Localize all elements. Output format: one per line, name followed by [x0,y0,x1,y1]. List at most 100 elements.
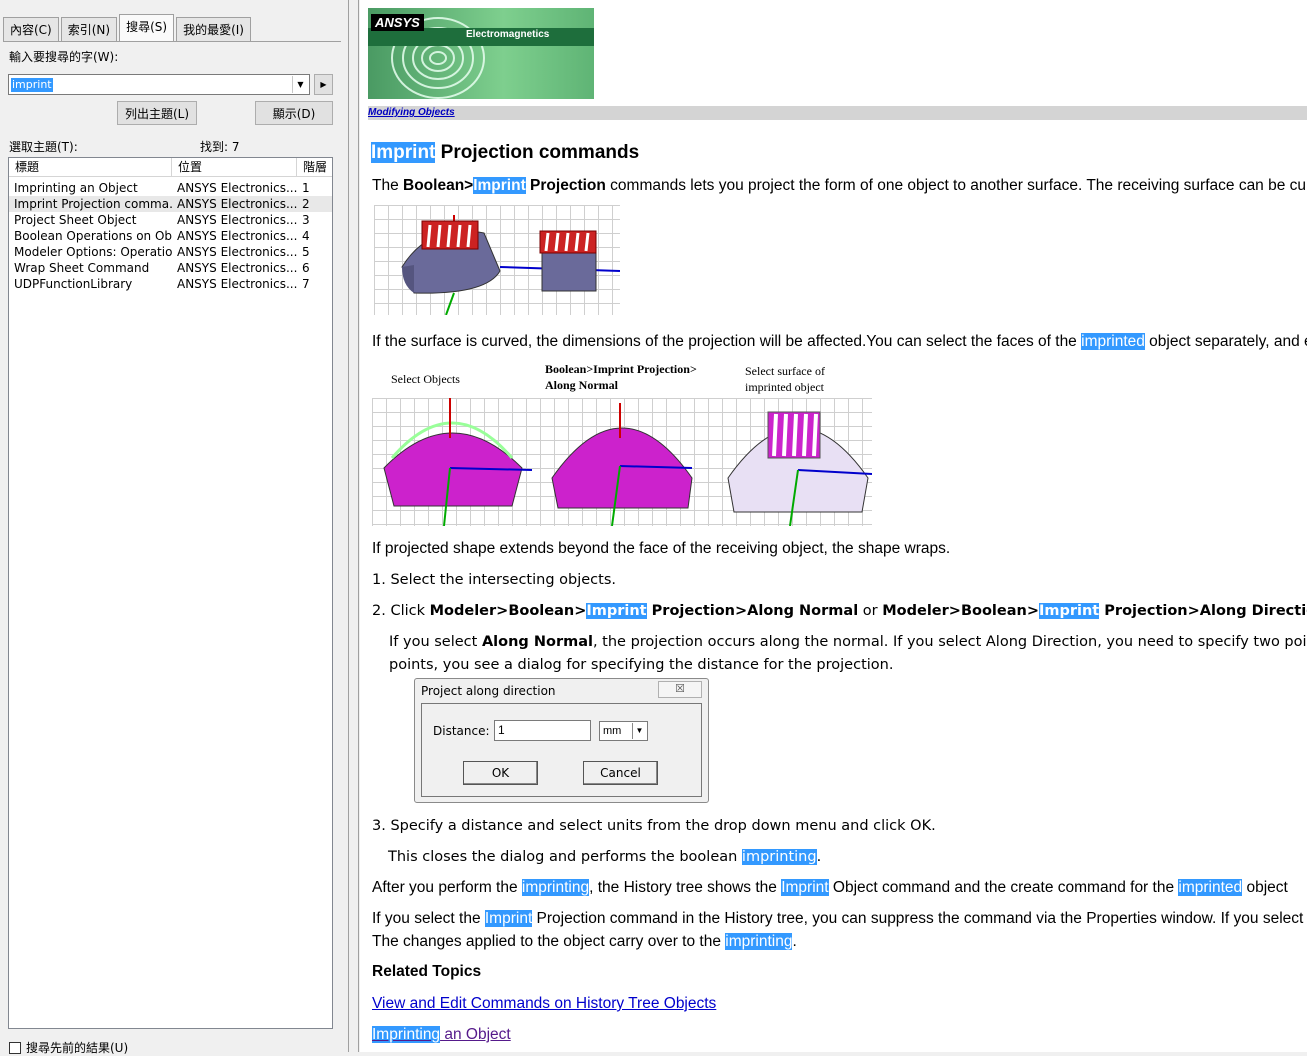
imprint-projection-figure [374,205,621,316]
search-highlight: Imprint [484,910,533,927]
step-3: 3. Specify a distance and select units f… [372,818,936,834]
banner-product-name: Electromagnetics [466,29,550,40]
result-title: Imprinting an Object [14,181,138,195]
result-row[interactable]: Imprinting an Object ANSYS Electronics...… [9,180,332,196]
text: , the projection occurs along the normal… [592,634,1307,650]
text: This closes the dialog and performs the … [388,849,742,865]
list-topics-button[interactable]: 列出主題(L) [117,101,197,125]
column-header-location[interactable]: 位置 [172,158,297,177]
bold-text: Projection [525,177,606,194]
step-3-note: This closes the dialog and performs the … [388,849,821,865]
result-row[interactable]: Wrap Sheet Command ANSYS Electronics... 6 [9,260,332,276]
figure-caption: Along Normal [545,378,618,392]
result-title: Modeler Options: Operatio... [14,245,172,259]
select-topic-label: 選取主題(T): [9,140,78,154]
column-header-rank[interactable]: 階層 [297,158,331,177]
pane-splitter[interactable] [342,0,360,1052]
search-highlight: Imprint [371,142,436,163]
tab-index[interactable]: 索引(N) [60,17,118,41]
column-header-title[interactable]: 標題 [9,158,172,177]
suppress-paragraph: If you select the Imprint Projection com… [372,910,1307,928]
search-previous-results-option[interactable]: 搜尋先前的結果(U) [9,1039,128,1056]
tab-favorites[interactable]: 我的最愛(I) [176,17,251,41]
link-view-edit-history-tree[interactable]: View and Edit Commands on History Tree O… [372,995,716,1013]
result-location: ANSYS Electronics... [177,245,297,259]
text: The [372,177,404,194]
text: Object command and the create command fo… [828,879,1179,896]
text: If you select the [372,910,485,927]
text: After you perform the [372,879,522,896]
tab-contents[interactable]: 內容(C) [3,17,59,41]
ansys-logo: ANSYS [371,14,424,31]
text: commands lets you project the form of on… [605,177,1307,194]
result-location: ANSYS Electronics... [177,229,297,243]
text: If the surface is curved, the dimensions… [372,333,1082,350]
link-imprinting-an-object[interactable]: Imprinting an Object [372,1026,511,1044]
result-row[interactable]: Boolean Operations on Ob... ANSYS Electro… [9,228,332,244]
distance-label: Distance: [433,724,490,738]
splitter-line [358,0,359,1052]
text: . [792,933,797,950]
result-rank: 6 [302,261,310,275]
result-location: ANSYS Electronics... [177,261,297,275]
result-rank: 1 [302,181,310,195]
page-title-text: Projection commands [435,142,640,163]
search-highlight: Imprint [781,879,829,896]
ok-button: OK [463,761,538,785]
figure-caption: imprinted object [745,380,824,394]
search-options-arrow-button[interactable]: ▶ [314,74,333,95]
breadcrumb-link-modifying-objects[interactable]: Modifying Objects [368,107,455,118]
figure-caption: Select Objects [391,372,460,386]
help-content-pane: ANSYS Electromagnetics Modifying Objects… [360,0,1307,1052]
result-location: ANSYS Electronics... [177,277,297,291]
results-list[interactable]: 標題 位置 階層 Imprinting an Object ANSYS Elect… [8,157,333,1029]
result-title: UDPFunctionLibrary [14,277,133,291]
chevron-down-icon[interactable]: ▼ [292,76,308,93]
search-previous-results-label: 搜尋先前的結果(U) [26,1041,129,1055]
intro-paragraph: The Boolean>Imprint Projection commands … [372,177,1306,195]
result-row[interactable]: UDPFunctionLibrary ANSYS Electronics... 7 [9,276,332,292]
related-topics-heading: Related Topics [372,963,482,980]
curved-surface-paragraph: If the surface is curved, the dimensions… [372,333,1307,351]
bold-text: Modeler>Boolean> [882,603,1039,619]
wrap-paragraph: If projected shape extends beyond the fa… [372,540,951,557]
text: . [816,849,822,865]
result-row[interactable]: Imprint Projection comma... ANSYS Electro… [9,196,332,212]
figure-drawing [383,398,873,527]
result-title: Project Sheet Object [14,213,137,227]
text: The changes applied to the object carry … [372,933,726,950]
bold-text: Boolean> [403,177,474,194]
result-location: ANSYS Electronics... [177,213,297,227]
search-highlight: Imprint [473,177,526,194]
text: Projection command in the History tree, … [532,910,1307,927]
search-highlight: imprinted [1081,333,1145,350]
unit-select: mm ▼ [599,721,648,741]
text: object [1242,879,1288,896]
search-highlight: imprinting [741,849,817,865]
unit-value: mm [603,725,622,737]
result-rank: 7 [302,277,310,291]
history-tree-paragraph: After you perform the imprinting, the Hi… [372,879,1288,897]
search-input[interactable]: imprint ▼ [8,74,310,95]
result-row[interactable]: Modeler Options: Operatio... ANSYS Electr… [9,244,332,260]
splitter-line [348,0,349,1052]
breadcrumb-bar: Modifying Objects [368,106,1307,120]
result-row[interactable]: Project Sheet Object ANSYS Electronics...… [9,212,332,228]
projection-steps-figure [372,398,873,527]
page-title: Imprint Projection commands [371,142,639,164]
result-rank: 3 [302,213,310,227]
text: object separately, and e [1144,333,1307,350]
display-button[interactable]: 顯示(D) [255,101,333,125]
results-list-header: 標題 位置 階層 [9,158,332,177]
tab-search[interactable]: 搜尋(S) [119,14,175,41]
result-rank: 5 [302,245,310,259]
result-location: ANSYS Electronics... [177,181,297,195]
figure-caption: Select surface of [745,364,825,378]
text: If you select [389,634,482,650]
ansys-banner-image: ANSYS Electromagnetics [368,8,594,99]
link-text: an Object [440,1026,511,1043]
text: 2. Click [372,603,430,619]
distance-field: 1 [494,720,591,741]
search-highlight: Imprint [1038,603,1100,619]
result-title: Wrap Sheet Command [14,261,150,275]
